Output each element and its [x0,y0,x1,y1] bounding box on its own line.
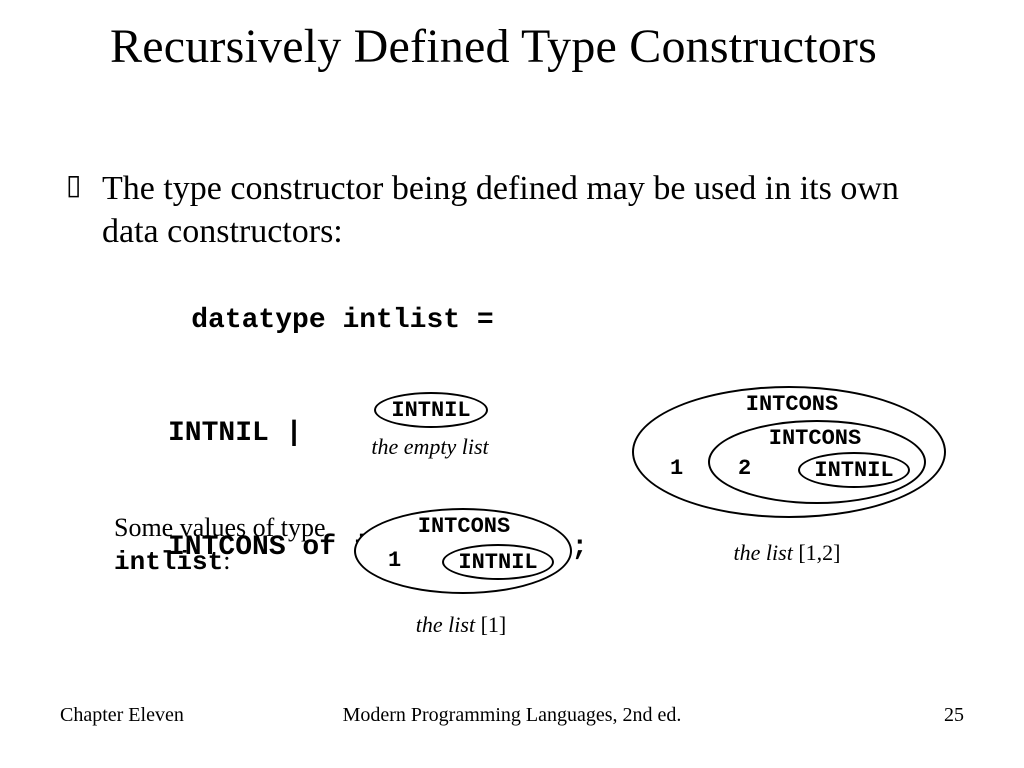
intnil-oval: INTNIL [374,392,488,428]
cons12-inner-label: INTNIL [814,458,893,483]
cons1-caption: the list [1] [354,612,568,638]
footer-center: Modern Programming Languages, 2nd ed. [0,704,1024,727]
cons12-inner-oval: INTNIL [798,452,910,488]
side-note-prefix: Some values of type [114,513,326,542]
cons1-inner-label: INTNIL [458,550,537,575]
footer-right: 25 [944,704,964,727]
side-note-suffix: : [223,546,230,575]
intnil-caption: the empty list [340,434,520,460]
cons12-caption-value: [1,2] [798,540,840,565]
cons12-caption-prefix: the list [734,540,799,565]
bullet-item: ▯ The type constructor being defined may… [66,168,922,253]
code-line-1: datatype intlist = [191,305,493,336]
cons12-value-2: 2 [738,456,751,481]
bullet-icon: ▯ [66,168,102,202]
side-note-typename: intlist [114,547,223,577]
slide: Recursively Defined Type Constructors ▯ … [0,0,1024,768]
side-note: Some values of type intlist: [114,512,334,578]
cons12-outer-label: INTCONS [632,392,952,417]
bullet-text: The type constructor being defined may b… [102,168,922,253]
cons1-inner-oval: INTNIL [442,544,554,580]
footer: Chapter Eleven Modern Programming Langua… [0,704,1024,734]
slide-title: Recursively Defined Type Constructors [110,18,877,76]
cons12-caption: the list [1,2] [632,540,942,566]
cons1-value-1: 1 [388,548,401,573]
cons1-caption-value: [1] [481,612,507,637]
cons1-caption-prefix: the list [416,612,481,637]
intnil-label: INTNIL [391,398,470,423]
cons1-outer-label: INTCONS [354,514,574,539]
cons12-mid-label: INTCONS [708,426,922,451]
cons12-value-1: 1 [670,456,683,481]
